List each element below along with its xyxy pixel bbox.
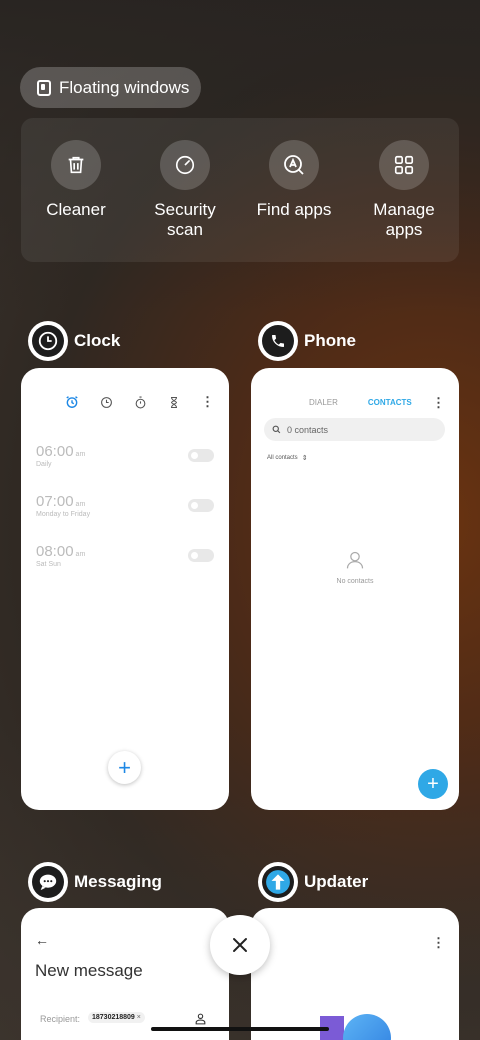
more-options-icon[interactable]: ⋮	[201, 394, 214, 410]
phone-app-header[interactable]: Phone	[258, 321, 356, 361]
messaging-app-name: Messaging	[74, 872, 162, 891]
floating-windows-button[interactable]: Floating windows	[20, 67, 201, 108]
alarm-repeat: Daily	[36, 461, 52, 468]
alarm-time: 08:00	[36, 543, 74, 560]
recipient-number: 18730218809	[92, 1014, 135, 1021]
clock-app-header[interactable]: Clock	[28, 321, 120, 361]
alarm-item[interactable]: 08:00 am Sat Sun	[36, 543, 214, 568]
new-message-title: New message	[35, 961, 143, 980]
alarm-time: 07:00	[36, 493, 74, 510]
update-illustration-circle	[343, 1014, 391, 1040]
floating-windows-label: Floating windows	[59, 77, 190, 97]
chevron-updown-icon: ⇕	[301, 455, 308, 462]
updater-app-icon	[258, 862, 298, 902]
security-scan-icon	[160, 140, 210, 190]
clock-tabs: ⋮	[65, 394, 214, 410]
recipient-chip[interactable]: 18730218809 ×	[88, 1012, 145, 1023]
alarm-toggle[interactable]	[188, 449, 214, 462]
recipient-label: Recipient:	[40, 1014, 81, 1024]
more-options-icon[interactable]: ⋮	[432, 395, 445, 411]
find-apps-button[interactable]: Find apps	[239, 140, 349, 220]
messaging-app-header[interactable]: Messaging	[28, 862, 162, 902]
close-icon	[233, 938, 247, 952]
updater-app-preview[interactable]: ⋮	[251, 908, 459, 1040]
find-apps-label: Find apps	[256, 200, 332, 219]
manage-apps-button[interactable]: Manage apps	[349, 140, 459, 240]
tab-contacts[interactable]: CONTACTS	[368, 398, 412, 407]
alarm-toggle[interactable]	[188, 549, 214, 562]
more-options-icon[interactable]: ⋮	[432, 935, 445, 951]
updater-app-header[interactable]: Updater	[258, 862, 368, 902]
contacts-filter-dropdown[interactable]: All contacts ⇕	[267, 454, 308, 462]
messaging-app-icon	[28, 862, 68, 902]
person-icon	[346, 551, 364, 569]
cleaner-button[interactable]: Cleaner	[21, 140, 131, 220]
filter-label: All contacts	[267, 455, 298, 461]
search-icon	[272, 425, 281, 434]
home-indicator[interactable]	[151, 1027, 329, 1031]
alarm-repeat: Monday to Friday	[36, 511, 91, 518]
tab-dialer[interactable]: DIALER	[309, 398, 338, 407]
manage-apps-label: Manage apps	[373, 200, 435, 239]
grid-icon	[379, 140, 429, 190]
updater-app-name: Updater	[304, 872, 369, 891]
alarm-toggle[interactable]	[188, 499, 214, 512]
clock-app-icon	[28, 321, 68, 361]
alarm-tab-icon[interactable]	[65, 395, 79, 409]
security-scan-button[interactable]: Security scan	[130, 140, 240, 240]
alarm-item[interactable]: 06:00 am Daily	[36, 443, 214, 468]
alarm-item[interactable]: 07:00 am Monday to Friday	[36, 493, 214, 518]
alarm-ampm: am	[75, 551, 86, 558]
remove-recipient-icon[interactable]: ×	[137, 1014, 141, 1021]
phone-app-preview[interactable]: DIALER CONTACTS ⋮ 0 contacts All contact…	[251, 368, 459, 810]
timer-tab-icon[interactable]	[168, 396, 180, 409]
find-apps-icon	[269, 140, 319, 190]
phone-app-name: Phone	[304, 331, 356, 350]
trash-icon	[51, 140, 101, 190]
quick-tools-panel: Cleaner Security scan Find apps Manage a…	[21, 118, 459, 262]
alarm-repeat: Sat Sun	[36, 561, 61, 568]
floating-window-icon	[37, 79, 51, 96]
stopwatch-tab-icon[interactable]	[134, 396, 147, 409]
security-scan-label: Security scan	[154, 200, 216, 239]
add-alarm-button[interactable]: +	[108, 751, 141, 784]
back-arrow-icon[interactable]: ←	[35, 932, 49, 948]
phone-tabs: DIALER CONTACTS	[309, 398, 412, 407]
alarm-ampm: am	[75, 451, 86, 458]
clock-tab-icon[interactable]	[100, 396, 113, 409]
clock-app-preview[interactable]: ⋮ 06:00 am Daily 07:00 am Monday to Friday…	[21, 368, 229, 810]
messaging-app-preview[interactable]: ← New message Recipient: 18730218809 ×	[21, 908, 229, 1040]
alarm-ampm: am	[75, 501, 86, 508]
clear-all-button[interactable]	[210, 915, 270, 975]
alarm-time: 06:00	[36, 443, 74, 460]
clock-app-name: Clock	[74, 331, 121, 350]
empty-contacts-text: No contacts	[336, 578, 374, 585]
contacts-search-input[interactable]: 0 contacts	[264, 418, 445, 441]
phone-app-icon	[258, 321, 298, 361]
cleaner-label: Cleaner	[46, 200, 106, 219]
search-placeholder: 0 contacts	[287, 424, 329, 435]
contact-picker-icon[interactable]	[194, 1012, 207, 1026]
add-contact-button[interactable]: +	[418, 769, 448, 799]
